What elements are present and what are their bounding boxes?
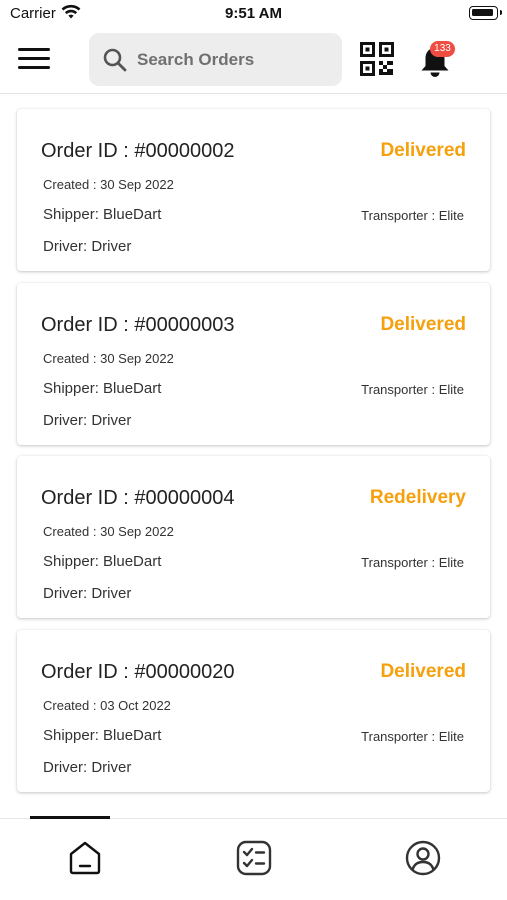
order-driver: Driver: Driver xyxy=(43,238,132,255)
hamburger-menu-icon[interactable] xyxy=(16,44,52,74)
app-header: 133 xyxy=(0,28,507,94)
order-card[interactable]: Order ID : #00000004 Redelivery Created … xyxy=(17,456,490,618)
status-bar: Carrier 9:51 AM xyxy=(0,0,507,28)
order-created-date: Created : 03 Oct 2022 xyxy=(43,698,171,713)
order-created-date: Created : 30 Sep 2022 xyxy=(43,524,174,539)
order-transporter: Transporter : Elite xyxy=(361,382,464,397)
order-card[interactable]: Order ID : #00000003 Delivered Created :… xyxy=(17,283,490,445)
search-input[interactable] xyxy=(137,49,327,70)
order-status: Redelivery xyxy=(369,487,466,508)
order-status: Delivered xyxy=(380,661,466,682)
order-card[interactable]: Order ID : #00000020 Delivered Created :… xyxy=(17,630,490,792)
bottom-navigation xyxy=(0,816,507,900)
notification-count-badge: 133 xyxy=(430,41,455,57)
order-driver: Driver: Driver xyxy=(43,585,132,602)
order-shipper: Shipper: BlueDart xyxy=(43,206,162,223)
order-card[interactable]: Order ID : #00000002 Delivered Created :… xyxy=(17,109,490,271)
search-bar[interactable] xyxy=(89,33,342,86)
checklist-icon[interactable] xyxy=(235,839,273,877)
search-icon xyxy=(102,47,128,73)
order-status: Delivered xyxy=(380,140,466,161)
order-shipper: Shipper: BlueDart xyxy=(43,380,162,397)
order-transporter: Transporter : Elite xyxy=(361,208,464,223)
qr-code-icon[interactable] xyxy=(360,42,394,76)
active-tab-indicator xyxy=(30,816,110,819)
order-transporter: Transporter : Elite xyxy=(361,729,464,744)
order-list: Order ID : #00000002 Delivered Created :… xyxy=(0,95,507,818)
order-transporter: Transporter : Elite xyxy=(361,555,464,570)
order-shipper: Shipper: BlueDart xyxy=(43,727,162,744)
battery-icon xyxy=(469,6,502,20)
order-id: Order ID : #00000002 xyxy=(41,140,235,162)
clock: 9:51 AM xyxy=(225,5,282,22)
order-id: Order ID : #00000003 xyxy=(41,314,235,336)
user-profile-icon[interactable] xyxy=(404,839,442,877)
order-driver: Driver: Driver xyxy=(43,412,132,429)
order-driver: Driver: Driver xyxy=(43,759,132,776)
order-id: Order ID : #00000020 xyxy=(41,661,235,683)
order-status: Delivered xyxy=(380,314,466,335)
order-id: Order ID : #00000004 xyxy=(41,487,235,509)
order-shipper: Shipper: BlueDart xyxy=(43,553,162,570)
order-created-date: Created : 30 Sep 2022 xyxy=(43,351,174,366)
home-icon[interactable] xyxy=(66,839,104,877)
order-created-date: Created : 30 Sep 2022 xyxy=(43,177,174,192)
